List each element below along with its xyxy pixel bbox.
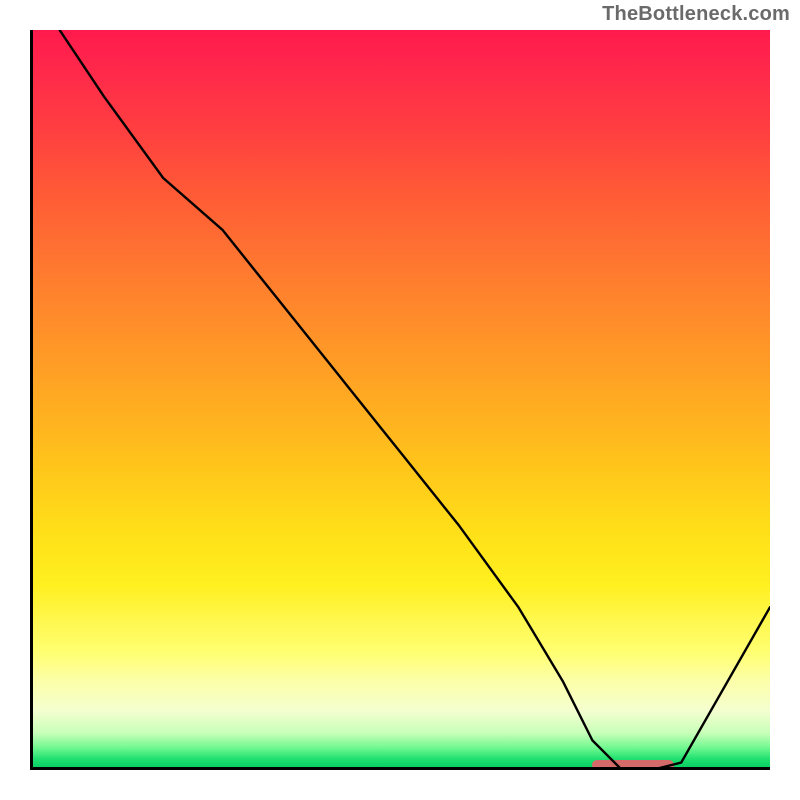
optimal-range-marker [592, 760, 673, 770]
gradient-background [30, 30, 770, 770]
chart-container: TheBottleneck.com [0, 0, 800, 800]
watermark-text: TheBottleneck.com [602, 3, 790, 26]
plot-area [30, 30, 770, 770]
